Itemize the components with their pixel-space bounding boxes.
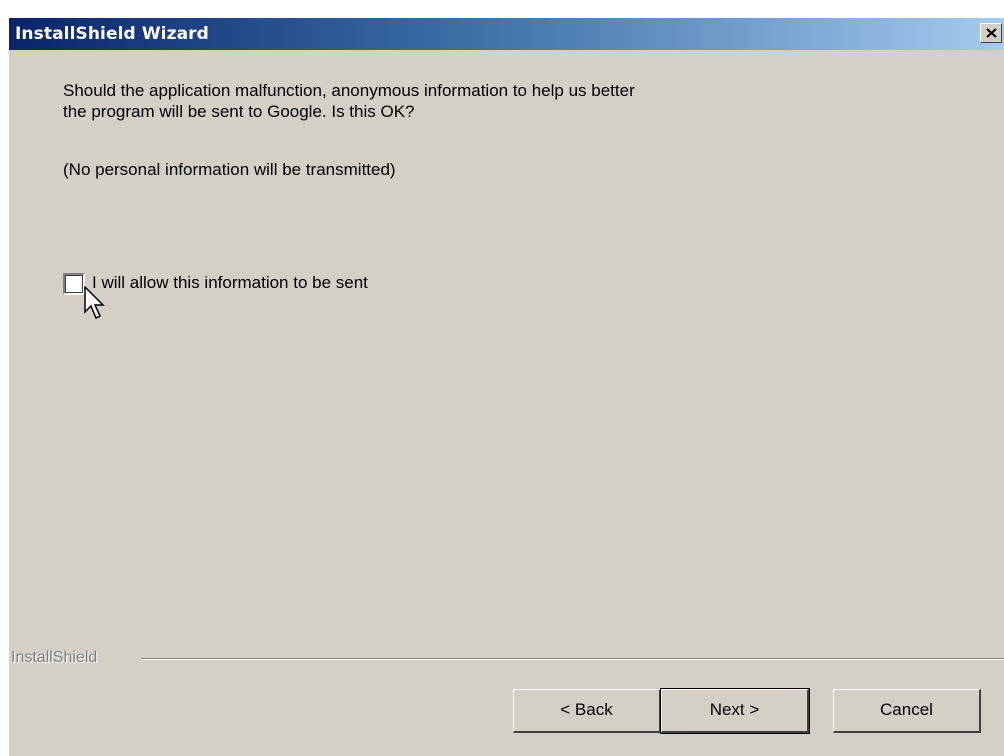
next-button[interactable]: Next >	[660, 688, 810, 734]
mouse-pointer-icon	[84, 286, 105, 320]
close-button[interactable]	[980, 23, 1002, 43]
allow-info-checkbox[interactable]	[63, 273, 85, 295]
window-title: InstallShield Wizard	[15, 24, 209, 44]
title-bar[interactable]: InstallShield Wizard	[9, 18, 1004, 50]
close-icon	[986, 28, 997, 38]
cancel-button[interactable]: Cancel	[833, 689, 981, 733]
allow-info-checkbox-label[interactable]: I will allow this information to be sent	[92, 273, 368, 293]
message-line-1: Should the application malfunction, anon…	[63, 81, 635, 100]
malfunction-message: Should the application malfunction, anon…	[63, 80, 635, 122]
privacy-note: (No personal information will be transmi…	[63, 160, 396, 179]
installshield-dialog: InstallShield Wizard Should the applicat…	[8, 17, 1004, 756]
installshield-brand-label: InstallShield	[11, 649, 98, 666]
back-button[interactable]: < Back	[513, 689, 661, 733]
footer-divider	[141, 658, 1004, 660]
message-line-2: the program will be sent to Google. Is t…	[63, 102, 415, 121]
